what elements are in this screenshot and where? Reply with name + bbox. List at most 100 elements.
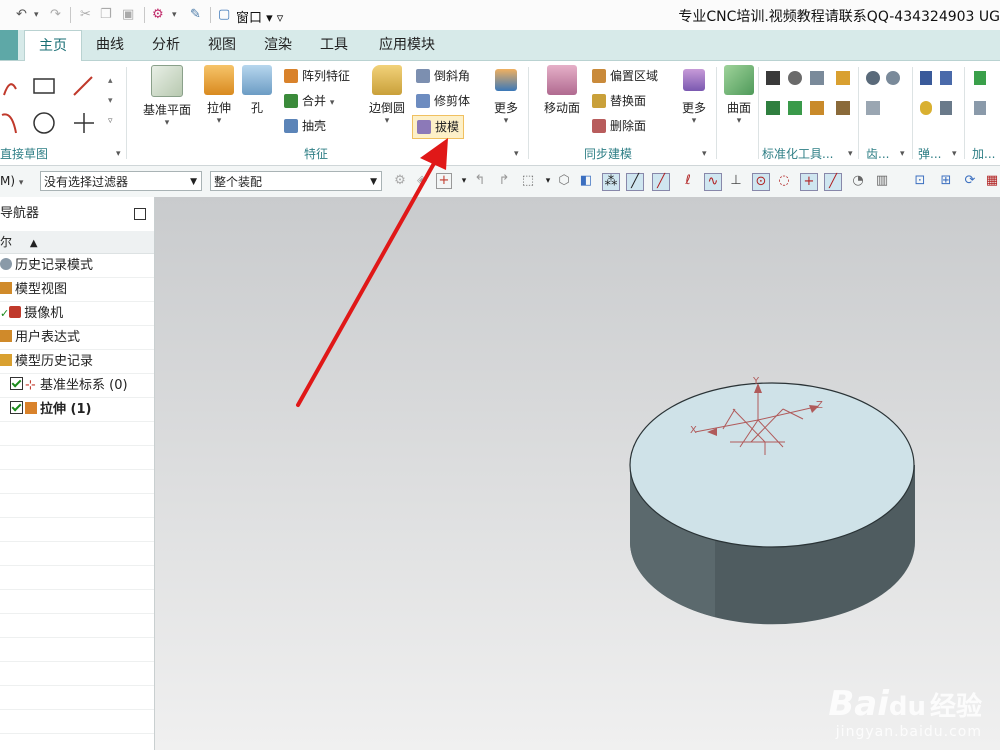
spring-group-dropdown-icon[interactable]: ▾ bbox=[952, 149, 957, 159]
spring-icon[interactable] bbox=[920, 101, 932, 115]
render-style-icon[interactable]: ▦ bbox=[984, 173, 1000, 189]
snap-midpoint-icon[interactable]: ╱ bbox=[652, 173, 670, 191]
select-edge-icon[interactable]: ↱ bbox=[496, 173, 512, 189]
cylinder-top-face[interactable] bbox=[629, 382, 915, 548]
snap-on-curve-icon[interactable]: ╱ bbox=[824, 173, 842, 191]
select-solid-icon[interactable]: ⬡ bbox=[556, 173, 572, 189]
sketch-gallery-scroll[interactable]: ▴ ▾ ▿ bbox=[108, 71, 113, 131]
maximize-icon[interactable] bbox=[134, 208, 146, 220]
add-icon[interactable] bbox=[974, 101, 986, 115]
nav-item-user-expressions[interactable]: 用户表达式 bbox=[0, 326, 154, 350]
fit-view-icon[interactable]: ⊡ bbox=[912, 173, 928, 189]
tab-applications[interactable]: 应用模块 bbox=[370, 30, 444, 60]
add-icon[interactable] bbox=[974, 71, 986, 85]
tab-curve[interactable]: 曲线 bbox=[88, 30, 132, 60]
draft-button[interactable]: 拔模 bbox=[412, 115, 465, 139]
delete-face-button[interactable]: 删除面 bbox=[592, 115, 646, 137]
line-icon[interactable] bbox=[73, 76, 93, 96]
undo-icon[interactable]: ↶ bbox=[16, 7, 27, 22]
tool-icon[interactable] bbox=[788, 101, 802, 115]
snap-control-icon[interactable]: ∿ bbox=[704, 173, 722, 191]
standard-tools-dropdown-icon[interactable]: ▾ bbox=[848, 149, 853, 159]
shell-button[interactable]: 抽壳 bbox=[284, 115, 326, 137]
spring-icon[interactable] bbox=[940, 101, 952, 115]
box-select-icon[interactable]: ⬚ bbox=[520, 173, 536, 189]
snap-on-face-icon[interactable]: ◔ bbox=[850, 173, 866, 189]
graphics-window[interactable]: Y X Z Baidu 经验 jingyan.baidu.com bbox=[155, 197, 1000, 750]
spring-icon[interactable] bbox=[940, 71, 952, 85]
feature-more-button[interactable]: 更多 ▾ bbox=[488, 65, 524, 126]
repeat-command-icon[interactable]: ✎ bbox=[190, 7, 201, 22]
window-icon[interactable]: ▢ bbox=[218, 7, 230, 22]
arc-icon[interactable] bbox=[3, 83, 17, 96]
scope-combo[interactable]: 整个装配 ▼ bbox=[210, 171, 382, 191]
extrude-button[interactable]: 拉伸 ▾ bbox=[200, 65, 238, 126]
visibility-checkbox[interactable] bbox=[10, 377, 23, 390]
dropdown-icon[interactable]: ▾ bbox=[540, 173, 556, 189]
undo-dropdown-icon[interactable]: ▾ bbox=[34, 10, 39, 20]
sort-ascending-icon[interactable]: ▲ bbox=[30, 238, 38, 249]
tab-view[interactable]: 视图 bbox=[200, 30, 244, 60]
tool-icon[interactable] bbox=[836, 71, 850, 85]
gear-group-dropdown-icon[interactable]: ▾ bbox=[900, 149, 905, 159]
gear-icon[interactable] bbox=[886, 71, 900, 85]
move-face-button[interactable]: 移动面 bbox=[538, 65, 586, 116]
snap-grid-icon[interactable]: ⁂ bbox=[602, 173, 620, 191]
hole-button[interactable]: 孔 bbox=[240, 65, 274, 116]
select-point-icon[interactable]: + bbox=[436, 173, 452, 189]
snap-intersection-icon[interactable]: ⊥ bbox=[728, 173, 744, 189]
spring-icon[interactable] bbox=[920, 71, 932, 85]
redo-icon[interactable]: ↷ bbox=[50, 7, 61, 22]
unite-button[interactable]: 合并 ▾ bbox=[284, 90, 334, 112]
tab-render[interactable]: 渲染 bbox=[256, 30, 300, 60]
snap-quadrant-icon[interactable]: ◌ bbox=[776, 173, 792, 189]
replace-face-button[interactable]: 替换面 bbox=[592, 90, 646, 112]
arc-3pt-icon[interactable] bbox=[1, 113, 17, 134]
edge-blend-button[interactable]: 边倒圆 ▾ bbox=[362, 65, 412, 126]
tool-icon[interactable] bbox=[766, 71, 780, 85]
select-body-icon[interactable]: ◈ bbox=[414, 173, 430, 189]
snap-bounded-icon[interactable]: ▥ bbox=[874, 173, 890, 189]
tool-icon[interactable] bbox=[836, 101, 850, 115]
snap-existing-point-icon[interactable]: + bbox=[800, 173, 818, 191]
offset-region-button[interactable]: 偏置区域 bbox=[592, 65, 658, 87]
nav-item-history-mode[interactable]: 历史记录模式 bbox=[0, 254, 154, 278]
tool-icon[interactable] bbox=[810, 71, 824, 85]
snap-center-icon[interactable]: ⊙ bbox=[752, 173, 770, 191]
datum-plane-button[interactable]: 基准平面 ▾ bbox=[136, 65, 198, 128]
surface-button[interactable]: 曲面 ▾ bbox=[722, 65, 756, 126]
tab-home[interactable]: 主页 bbox=[24, 30, 82, 62]
sync-more-button[interactable]: 更多 ▾ bbox=[676, 65, 712, 126]
navigator-column-header[interactable]: 尔 ▲ bbox=[0, 231, 154, 254]
zoom-icon[interactable]: ⊞ bbox=[938, 173, 954, 189]
feature-group-dropdown-icon[interactable]: ▾ bbox=[514, 149, 519, 159]
tool-icon[interactable] bbox=[766, 101, 780, 115]
select-curve-icon[interactable]: ↰ bbox=[472, 173, 488, 189]
mode-combo[interactable]: M) ▾ bbox=[0, 174, 23, 188]
nav-item-datum-csys[interactable]: ⊹ 基准坐标系 (0) bbox=[0, 374, 154, 398]
tab-tools[interactable]: 工具 bbox=[312, 30, 356, 60]
touch-mode-dropdown-icon[interactable]: ▾ bbox=[172, 10, 177, 20]
tool-icon[interactable] bbox=[788, 71, 802, 85]
touch-mode-icon[interactable]: ⚙ bbox=[152, 7, 164, 22]
nav-item-camera[interactable]: ✓ 摄像机 bbox=[0, 302, 154, 326]
dropdown-icon[interactable]: ▾ bbox=[456, 173, 472, 189]
chamfer-button[interactable]: 倒斜角 bbox=[416, 65, 470, 87]
nav-item-extrude[interactable]: 拉伸 (1) bbox=[0, 398, 154, 422]
select-feature-icon[interactable]: ⚙ bbox=[392, 173, 408, 189]
sync-group-dropdown-icon[interactable]: ▾ bbox=[702, 149, 707, 159]
gear-icon[interactable] bbox=[866, 101, 880, 115]
rotate-icon[interactable]: ⟳ bbox=[962, 173, 978, 189]
window-menu[interactable]: 窗口 ▾ ▿ bbox=[236, 7, 283, 26]
pattern-feature-button[interactable]: 阵列特征 bbox=[284, 65, 350, 87]
sketch-group-dropdown-icon[interactable]: ▾ bbox=[116, 149, 121, 159]
trim-body-button[interactable]: 修剪体 bbox=[416, 90, 470, 112]
file-tab[interactable] bbox=[0, 30, 18, 60]
tool-icon[interactable] bbox=[810, 101, 824, 115]
snap-curve-icon[interactable]: ℓ bbox=[680, 173, 696, 189]
gear-icon[interactable] bbox=[866, 71, 880, 85]
paste-icon[interactable]: ▣ bbox=[122, 7, 134, 22]
copy-icon[interactable]: ❐ bbox=[100, 7, 112, 22]
circle-icon[interactable] bbox=[33, 112, 55, 134]
select-face-icon[interactable]: ◧ bbox=[578, 173, 594, 189]
